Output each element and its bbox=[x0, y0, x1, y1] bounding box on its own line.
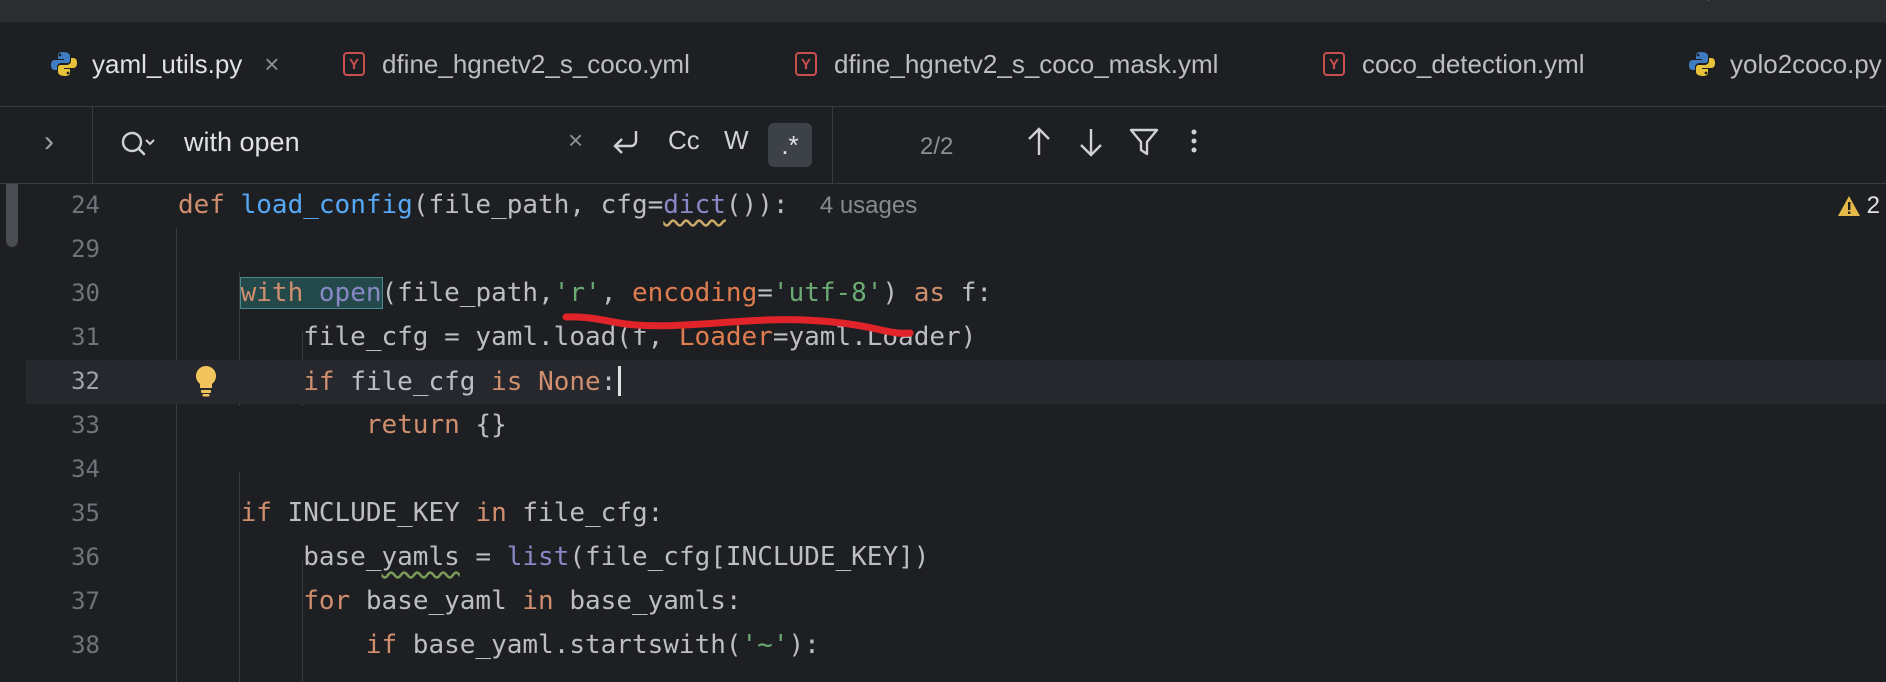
code-text: with open(file_path,'r', encoding='utf-8… bbox=[239, 277, 993, 309]
find-divider bbox=[832, 107, 833, 183]
text-caret bbox=[618, 366, 622, 396]
tab-yolo2coco[interactable]: yolo2coco.py bbox=[1688, 22, 1882, 106]
code-line[interactable]: 34 bbox=[26, 448, 1886, 492]
yaml-icon-letter: Y bbox=[1323, 52, 1345, 76]
line-number: 34 bbox=[71, 455, 100, 483]
filter-icon[interactable] bbox=[1128, 125, 1160, 164]
code-line[interactable]: 38 if base_yaml.startswith('~'): bbox=[26, 624, 1886, 668]
match-count: 2/2 bbox=[920, 133, 954, 160]
arrow-up-icon[interactable] bbox=[1024, 125, 1054, 164]
editor-tab-bar: yaml_utils.py × Y dfine_hgnetv2_s_coco.y… bbox=[0, 22, 1886, 125]
tab-yaml-utils[interactable]: yaml_utils.py × bbox=[50, 22, 279, 106]
line-number: 32 bbox=[71, 367, 100, 395]
code-text: for base_yaml in base_yamls: bbox=[303, 586, 742, 616]
arrow-down-icon[interactable] bbox=[1076, 125, 1106, 164]
tab-dfine-hgnetv2-s-coco[interactable]: Y dfine_hgnetv2_s_coco.yml bbox=[340, 22, 690, 106]
line-number: 29 bbox=[71, 235, 100, 263]
line-number: 31 bbox=[71, 323, 100, 351]
code-line[interactable]: 36 base_yamls = list(file_cfg[INCLUDE_KE… bbox=[26, 536, 1886, 580]
code-editor[interactable]: 24 def load_config(file_path, cfg=dict()… bbox=[26, 184, 1886, 682]
tab-dfine-hgnetv2-s-coco-mask[interactable]: Y dfine_hgnetv2_s_coco_mask.yml bbox=[792, 22, 1218, 106]
window-top-strip: ' bbox=[0, 0, 1886, 23]
python-icon bbox=[1688, 50, 1716, 78]
code-text: file_cfg = yaml.load(f, Loader=yaml.Load… bbox=[178, 322, 977, 352]
yaml-icon: Y bbox=[1320, 50, 1348, 78]
code-line[interactable]: 35 if INCLUDE_KEY in file_cfg: bbox=[26, 492, 1886, 536]
code-text: if file_cfg is None: bbox=[178, 366, 622, 397]
regex-button[interactable]: .* bbox=[768, 123, 812, 167]
yaml-icon-letter: Y bbox=[343, 52, 365, 76]
new-line-toggle-icon[interactable] bbox=[610, 125, 642, 164]
search-match-highlight: with open bbox=[239, 277, 383, 309]
expand-replace-chevron-icon[interactable]: › bbox=[44, 125, 54, 159]
line-number: 33 bbox=[71, 411, 100, 439]
top-edge-glyph: ' bbox=[1707, 0, 1710, 10]
yaml-icon-letter: Y bbox=[795, 52, 817, 76]
code-line-current[interactable]: 32 if file_cfg is None: bbox=[26, 360, 1886, 404]
code-line[interactable]: 31 file_cfg = yaml.load(f, Loader=yaml.L… bbox=[26, 316, 1886, 360]
find-divider bbox=[92, 107, 93, 183]
code-text: def load_config(file_path, cfg=dict()): … bbox=[178, 190, 918, 220]
line-number: 38 bbox=[71, 631, 100, 659]
code-text: return {} bbox=[365, 410, 507, 440]
yaml-icon: Y bbox=[340, 50, 368, 78]
code-text: base_yamls = list(file_cfg[INCLUDE_KEY]) bbox=[178, 542, 930, 572]
line-number: 36 bbox=[71, 543, 100, 571]
tab-label: yolo2coco.py bbox=[1730, 48, 1882, 79]
tab-label: coco_detection.yml bbox=[1362, 48, 1585, 79]
left-gutter-strip bbox=[0, 107, 27, 682]
line-number: 24 bbox=[71, 191, 100, 219]
more-options-icon[interactable] bbox=[1184, 125, 1204, 164]
search-history-icon[interactable] bbox=[120, 129, 156, 166]
line-number: 35 bbox=[71, 499, 100, 527]
usages-hint[interactable]: 4 usages bbox=[820, 192, 917, 219]
close-tab-icon[interactable]: × bbox=[264, 49, 279, 80]
code-line[interactable]: 33 return {} bbox=[26, 404, 1886, 448]
find-bar: › with open × Cc W .* 2/2 bbox=[0, 107, 1886, 184]
python-icon bbox=[50, 50, 78, 78]
warning-icon bbox=[1837, 196, 1860, 216]
tab-label: yaml_utils.py bbox=[92, 48, 243, 79]
clear-search-icon[interactable]: × bbox=[568, 125, 583, 156]
code-line[interactable]: 29 bbox=[26, 228, 1886, 272]
tab-label: dfine_hgnetv2_s_coco_mask.yml bbox=[834, 48, 1219, 79]
line-number: 30 bbox=[71, 279, 100, 307]
whole-words-button[interactable]: W bbox=[724, 125, 749, 156]
yaml-icon: Y bbox=[792, 50, 820, 78]
code-line[interactable]: 30 with open(file_path,'r', encoding='ut… bbox=[26, 272, 1886, 316]
tab-label: dfine_hgnetv2_s_coco.yml bbox=[382, 48, 690, 79]
code-text: if base_yaml.startswith('~'): bbox=[365, 630, 820, 660]
code-text: if INCLUDE_KEY in file_cfg: bbox=[240, 498, 664, 528]
line-number: 37 bbox=[71, 587, 100, 615]
match-case-button[interactable]: Cc bbox=[668, 125, 700, 156]
warning-count: 2 bbox=[1866, 192, 1880, 219]
search-input[interactable]: with open bbox=[184, 127, 300, 158]
tab-coco-detection[interactable]: Y coco_detection.yml bbox=[1320, 22, 1585, 106]
warning-indicator[interactable]: 2 bbox=[1837, 192, 1880, 220]
code-line[interactable]: 24 def load_config(file_path, cfg=dict()… bbox=[26, 184, 1886, 228]
code-line[interactable]: 37 for base_yaml in base_yamls: bbox=[26, 580, 1886, 624]
